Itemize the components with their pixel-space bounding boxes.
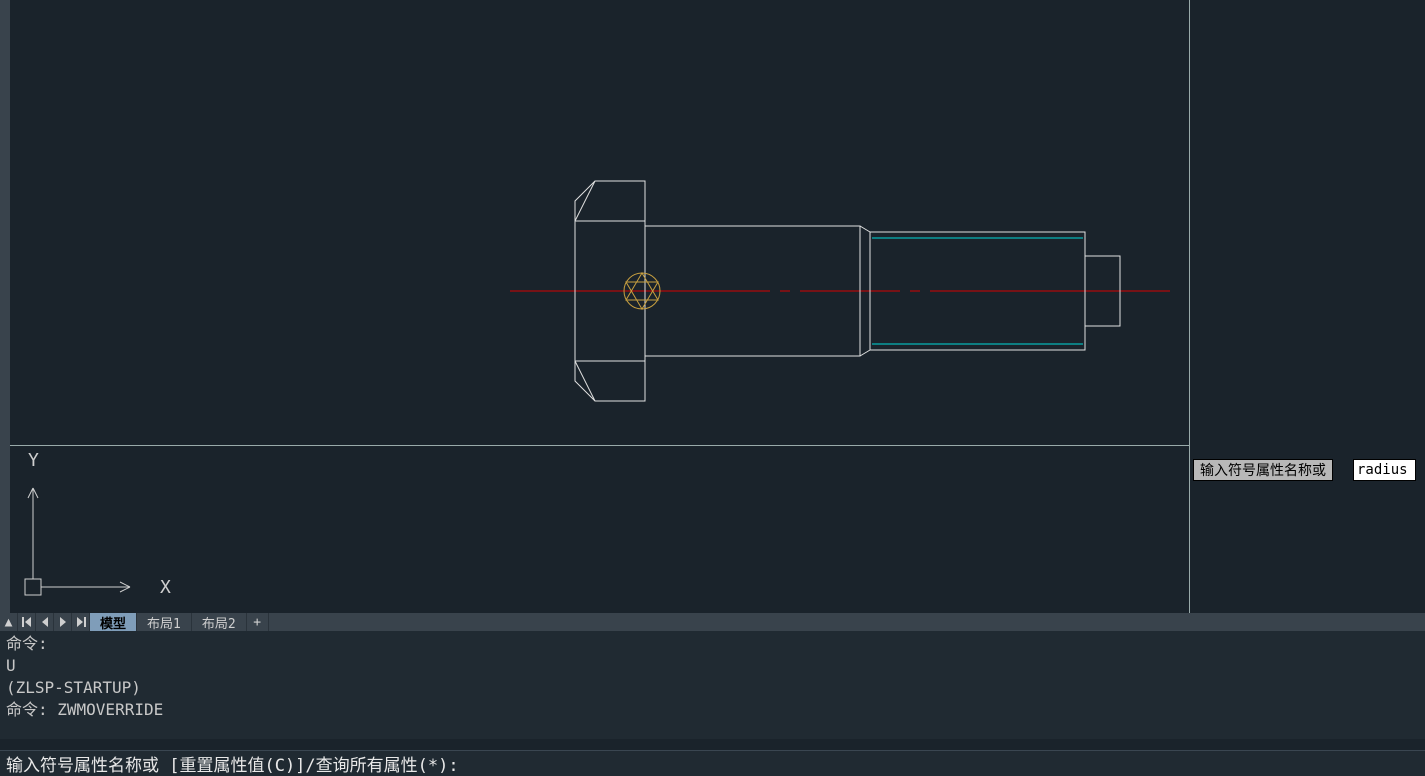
inline-input[interactable]: radius xyxy=(1353,459,1416,481)
history-line-2: (ZLSP-STARTUP) xyxy=(6,678,141,697)
command-input[interactable]: 输入符号属性名称或 [重置属性值(C)]/查询所有属性(*): xyxy=(0,750,1425,776)
tab-nav-prev[interactable] xyxy=(36,613,54,631)
cad-root: X Y 输入符号属性名称或 radius ▲ 模型 布局1 布局2 + 命令: … xyxy=(0,0,1425,776)
history-line-0: 命令: xyxy=(6,634,48,653)
tab-nav-last[interactable] xyxy=(72,613,90,631)
ucs-viewport[interactable]: X Y xyxy=(10,445,1189,613)
ucs-icon: X Y xyxy=(10,446,210,614)
left-toolstrip xyxy=(0,0,10,613)
tab-layout2[interactable]: 布局2 xyxy=(192,613,247,631)
y-axis-label: Y xyxy=(28,450,39,471)
tab-add[interactable]: + xyxy=(247,613,269,631)
right-panel xyxy=(1189,0,1425,613)
tab-scroll-up[interactable]: ▲ xyxy=(0,613,18,631)
prompt-tooltip: 输入符号属性名称或 xyxy=(1193,459,1333,481)
command-history: 命令: U (ZLSP-STARTUP) 命令: ZWMOVERRIDE xyxy=(0,631,1425,739)
drawing-canvas[interactable] xyxy=(10,0,1189,445)
history-line-1: U xyxy=(6,656,16,675)
drawing-svg xyxy=(10,0,1189,445)
tab-nav-next[interactable] xyxy=(54,613,72,631)
history-line-3: 命令: ZWMOVERRIDE xyxy=(6,700,163,719)
tab-nav-first[interactable] xyxy=(18,613,36,631)
tab-layout1[interactable]: 布局1 xyxy=(137,613,192,631)
x-axis-label: X xyxy=(160,577,171,598)
layout-tabbar: ▲ 模型 布局1 布局2 + xyxy=(0,613,1425,631)
tab-model[interactable]: 模型 xyxy=(90,613,137,631)
